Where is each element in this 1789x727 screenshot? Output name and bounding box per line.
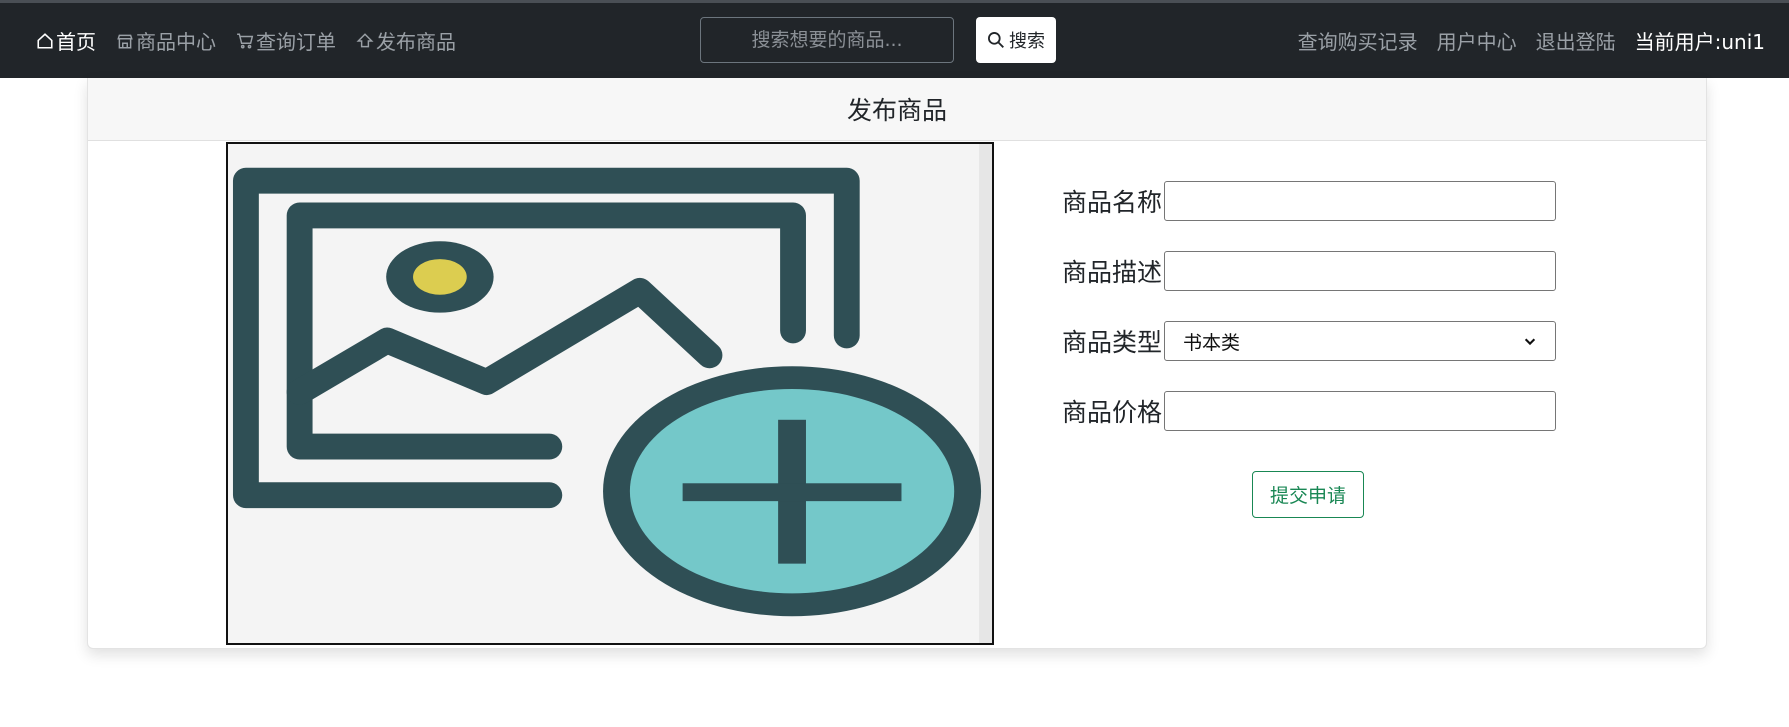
publish-card: 发布商品 商品名称 商品描述 商品类型 书本类 商品价格 提交申请	[87, 78, 1707, 649]
nav-item-user-center-label: 用户中心	[1436, 30, 1517, 54]
submit-button[interactable]: 提交申请	[1252, 471, 1364, 518]
product-type-label: 商品类型	[1062, 328, 1163, 357]
nav-item-publish-label: 发布商品	[376, 30, 456, 54]
nav-item-home-label: 首页	[56, 30, 96, 54]
nav-item-product-center[interactable]: 商品中心	[116, 26, 216, 55]
search-input[interactable]	[700, 17, 954, 63]
top-navbar: 首页 商品中心 查询订单 发布商品 搜索 查询购买记录 用户中心 退出登陆 当前…	[0, 3, 1789, 78]
nav-item-orders[interactable]: 查询订单	[236, 26, 336, 55]
shop-icon	[117, 34, 133, 48]
chevron-down-icon	[1524, 338, 1536, 346]
nav-item-logout[interactable]: 退出登陆	[1536, 26, 1616, 55]
product-description-input[interactable]	[1164, 251, 1556, 291]
nav-item-purchase-history-label: 查询购买记录	[1297, 30, 1418, 54]
form-row-type: 商品类型 书本类	[1062, 321, 1556, 361]
product-name-label: 商品名称	[1062, 188, 1163, 217]
form-row-description: 商品描述	[1062, 251, 1556, 291]
nav-right-group: 查询购买记录 用户中心 退出登陆 当前用户:uni1	[1298, 3, 1765, 78]
search-button[interactable]: 搜索	[976, 17, 1056, 63]
cart-icon	[237, 33, 254, 48]
product-name-input[interactable]	[1164, 181, 1556, 221]
page-title: 发布商品	[846, 96, 947, 125]
nav-item-home[interactable]: 首页	[36, 26, 96, 55]
product-type-selected: 书本类	[1183, 331, 1241, 354]
search-icon	[988, 32, 1004, 48]
add-image-icon	[228, 144, 992, 643]
current-user-label: 当前用户:uni1	[1634, 30, 1765, 54]
nav-item-logout-label: 退出登陆	[1535, 30, 1616, 54]
product-price-input[interactable]	[1164, 391, 1556, 431]
nav-item-purchase-history[interactable]: 查询购买记录	[1298, 26, 1418, 55]
search-button-label: 搜索	[1009, 31, 1045, 52]
nav-left-group: 首页 商品中心 查询订单 发布商品	[36, 3, 456, 78]
upload-icon	[356, 32, 374, 47]
home-icon	[37, 32, 53, 49]
nav-item-orders-label: 查询订单	[256, 30, 336, 54]
nav-item-user-center[interactable]: 用户中心	[1437, 26, 1517, 55]
card-header: 发布商品	[88, 78, 1706, 141]
form-row-name: 商品名称	[1062, 181, 1556, 221]
nav-item-product-center-label: 商品中心	[136, 30, 216, 54]
form-row-price: 商品价格	[1062, 391, 1556, 431]
product-price-label: 商品价格	[1062, 398, 1163, 427]
nav-item-publish[interactable]: 发布商品	[356, 26, 456, 55]
submit-button-label: 提交申请	[1269, 485, 1346, 507]
product-type-select[interactable]: 书本类	[1164, 321, 1556, 361]
product-description-label: 商品描述	[1062, 258, 1163, 287]
image-upload-area[interactable]	[226, 142, 994, 645]
